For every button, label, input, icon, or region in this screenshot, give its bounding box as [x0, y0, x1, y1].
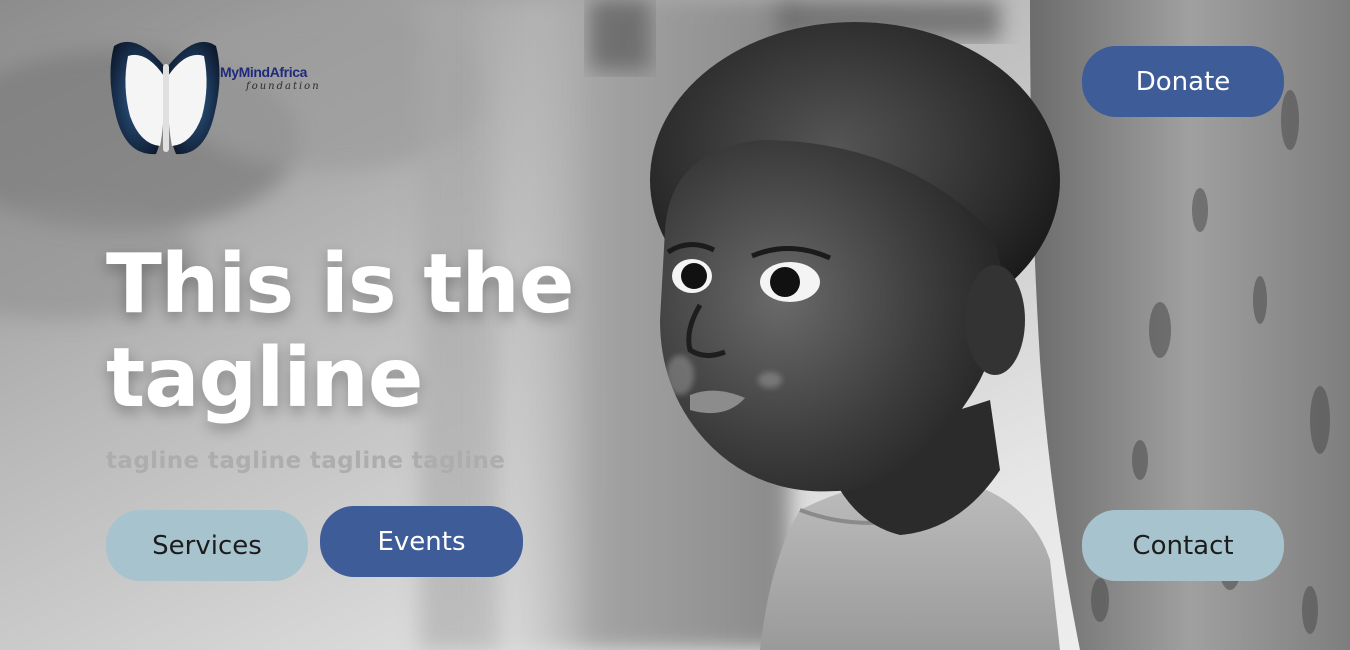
brand-logo[interactable]: MyMindAfrica foundation: [106, 36, 328, 162]
services-button[interactable]: Services: [106, 510, 308, 581]
events-button[interactable]: Events: [320, 506, 523, 577]
donate-button[interactable]: Donate: [1082, 46, 1284, 117]
headline-line-1: This is the: [106, 237, 574, 332]
brand-name: MyMindAfrica: [220, 64, 307, 80]
hero-section: MyMindAfrica foundation This is the tagl…: [0, 0, 1350, 650]
butterfly-icon: [110, 41, 220, 155]
headline-line-2: tagline: [106, 331, 423, 426]
contact-button[interactable]: Contact: [1082, 510, 1284, 581]
page-title: This is the tagline: [106, 238, 666, 426]
hero-subline: tagline tagline tagline tagline: [106, 448, 506, 474]
brand-subtitle: foundation: [246, 81, 321, 92]
